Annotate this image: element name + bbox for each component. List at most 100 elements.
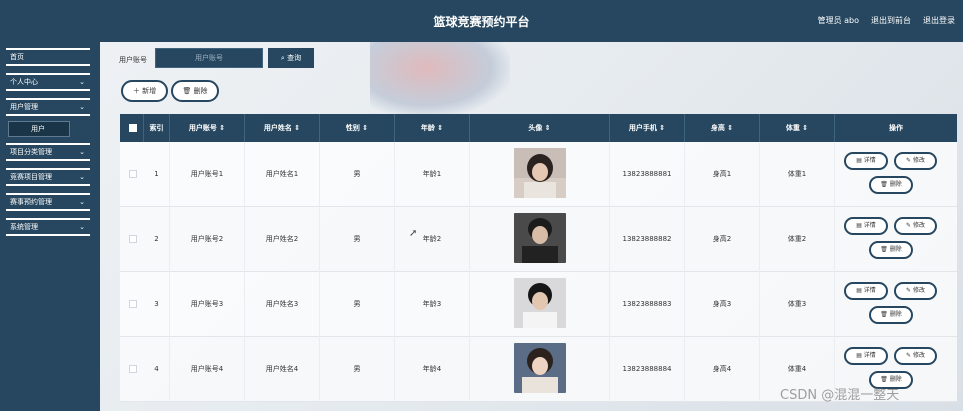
edit-button[interactable]: ✎ 修改 <box>894 217 937 235</box>
cell-phone: 13823888881 <box>610 142 685 207</box>
sort-icon: ⇕ <box>294 124 301 132</box>
cell-index: 2 <box>144 207 170 272</box>
header-name[interactable]: 用户姓名 ⇕ <box>245 114 320 142</box>
cell-age: 年龄4 <box>395 337 470 402</box>
cell-height: 身高3 <box>685 272 760 337</box>
sidebar-item-label: 用户管理 <box>10 103 38 111</box>
cell-account: 用户账号1 <box>170 142 245 207</box>
header-actions: 操作 <box>889 124 903 132</box>
sidebar-item-category[interactable]: 项目分类管理 ⌄ <box>6 143 90 161</box>
edit-button[interactable]: ✎ 修改 <box>894 347 937 365</box>
add-button-label: 新增 <box>142 87 157 95</box>
cell-phone: 13823888882 <box>610 207 685 272</box>
header-height[interactable]: 身高 ⇕ <box>685 114 760 142</box>
pencil-icon: ✎ <box>906 157 912 164</box>
pencil-icon: ✎ <box>906 222 912 229</box>
chevron-down-icon: ⌄ <box>79 103 85 111</box>
search-icon: ⌕ <box>280 54 285 62</box>
search-button[interactable]: ⌕ 查询 <box>268 48 314 68</box>
sidebar-item-label: 首页 <box>10 53 24 61</box>
watermark: CSDN @混混一整天 <box>780 388 900 403</box>
header-gender[interactable]: 性别 ⇕ <box>320 114 395 142</box>
document-icon: ▤ <box>856 157 862 164</box>
add-button[interactable]: ＋ 新增 <box>121 80 168 102</box>
cell-gender: 男 <box>320 337 395 402</box>
cell-gender: 男 <box>320 272 395 337</box>
sort-icon: ⇕ <box>727 124 734 132</box>
bulk-delete-button[interactable]: 🗑 删除 <box>171 80 219 102</box>
detail-button[interactable]: ▤ 详情 <box>844 217 888 235</box>
delete-button-label: 删除 <box>193 87 208 95</box>
mouse-cursor-icon: ➚ <box>409 228 418 239</box>
table-row: 1 用户账号1 用户姓名1 男 年龄1 13823888881 身高1 体重1 … <box>120 142 957 207</box>
document-icon: ▤ <box>856 352 862 359</box>
cell-weight: 体重2 <box>760 207 835 272</box>
avatar <box>514 213 566 263</box>
chevron-down-icon: ⌄ <box>79 198 85 206</box>
logout-link[interactable]: 退出登录 <box>923 15 955 26</box>
cell-age: 年龄1 <box>395 142 470 207</box>
sidebar-item-profile[interactable]: 个人中心 ⌄ <box>6 73 90 91</box>
sidebar-item-label: 个人中心 <box>10 78 38 86</box>
header-select-all[interactable] <box>120 114 144 142</box>
detail-button[interactable]: ▤ 详情 <box>844 347 888 365</box>
cell-phone: 13823888884 <box>610 337 685 402</box>
row-checkbox[interactable] <box>129 170 137 178</box>
chevron-down-icon: ⌄ <box>79 148 85 156</box>
avatar <box>514 148 566 198</box>
sidebar-item-home[interactable]: 首页 <box>6 48 90 66</box>
sidebar-item-system[interactable]: 系统管理 ⌄ <box>6 218 90 236</box>
cell-name: 用户姓名1 <box>245 142 320 207</box>
sort-icon: ⇕ <box>802 124 809 132</box>
search-input[interactable]: 用户账号 <box>155 48 263 68</box>
top-header: 篮球竞赛预约平台 管理员 abo 退出到前台 退出登录 <box>0 0 963 42</box>
avatar <box>514 278 566 328</box>
edit-button[interactable]: ✎ 修改 <box>894 282 937 300</box>
cell-phone: 13823888883 <box>610 272 685 337</box>
header-actions: 管理员 abo 退出到前台 退出登录 <box>818 15 955 26</box>
chevron-down-icon: ⌄ <box>79 223 85 231</box>
trash-icon: 🗑 <box>880 311 888 318</box>
sidebar-item-label: 赛事预约管理 <box>10 198 52 206</box>
table-row: 3 用户账号3 用户姓名3 男 年龄3 13823888883 身高3 体重3 … <box>120 272 957 337</box>
cell-height: 身高2 <box>685 207 760 272</box>
delete-button[interactable]: 🗑 删除 <box>869 306 913 324</box>
plus-icon: ＋ <box>132 87 140 95</box>
pencil-icon: ✎ <box>906 352 912 359</box>
cell-account: 用户账号4 <box>170 337 245 402</box>
select-all-checkbox[interactable] <box>129 124 137 132</box>
cell-height: 身高4 <box>685 337 760 402</box>
sidebar-item-label: 系统管理 <box>10 223 38 231</box>
sidebar-item-label: 竞赛项目管理 <box>10 173 52 181</box>
row-checkbox[interactable] <box>129 300 137 308</box>
header-avatar[interactable]: 头像 ⇕ <box>470 114 610 142</box>
background-decoration <box>370 42 510 116</box>
sort-icon: ⇕ <box>362 124 369 132</box>
row-checkbox[interactable] <box>129 365 137 373</box>
edit-button[interactable]: ✎ 修改 <box>894 152 937 170</box>
header-age[interactable]: 年龄 ⇕ <box>395 114 470 142</box>
sidebar-item-projects[interactable]: 竞赛项目管理 ⌄ <box>6 168 90 186</box>
header-phone[interactable]: 用户手机 ⇕ <box>610 114 685 142</box>
search-button-label: 查询 <box>287 54 302 62</box>
row-checkbox[interactable] <box>129 235 137 243</box>
detail-button[interactable]: ▤ 详情 <box>844 282 888 300</box>
main-content: 用户账号 用户账号 ⌕ 查询 ＋ 新增 🗑 删除 索引 用户账号 ⇕ 用户姓名 … <box>100 42 963 411</box>
delete-button[interactable]: 🗑 删除 <box>869 241 913 259</box>
cell-age: 年龄3 <box>395 272 470 337</box>
back-to-front-link[interactable]: 退出到前台 <box>871 15 911 26</box>
document-icon: ▤ <box>856 222 862 229</box>
sidebar-item-label: 项目分类管理 <box>10 148 52 156</box>
sort-icon: ⇕ <box>219 124 226 132</box>
header-account[interactable]: 用户账号 ⇕ <box>170 114 245 142</box>
chevron-down-icon: ⌄ <box>79 173 85 181</box>
sidebar: 首页 个人中心 ⌄ 用户管理 ⌄ 用户 项目分类管理 ⌄ 竞赛项目管理 ⌄ 赛事… <box>0 42 100 411</box>
sidebar-subitem-user[interactable]: 用户 <box>8 121 70 137</box>
detail-button[interactable]: ▤ 详情 <box>844 152 888 170</box>
sidebar-item-reservations[interactable]: 赛事预约管理 ⌄ <box>6 193 90 211</box>
sidebar-item-users[interactable]: 用户管理 ⌄ <box>6 98 90 116</box>
cell-height: 身高1 <box>685 142 760 207</box>
delete-button[interactable]: 🗑 删除 <box>869 176 913 194</box>
header-weight[interactable]: 体重 ⇕ <box>760 114 835 142</box>
sort-icon: ⇕ <box>437 124 444 132</box>
